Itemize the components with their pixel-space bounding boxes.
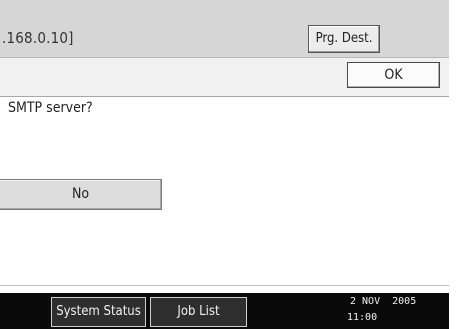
dialog-panel: .168.0.10] Prg. Dest. OK SMTP server? No	[0, 0, 449, 293]
address-bar: .168.0.10]	[0, 0, 449, 58]
system-status-button[interactable]: System Status	[51, 297, 146, 327]
screen-edge	[449, 0, 459, 329]
divider	[0, 285, 449, 286]
prg-dest-button[interactable]: Prg. Dest.	[308, 25, 380, 53]
status-time: 11:00	[347, 312, 378, 323]
ok-button[interactable]: OK	[347, 62, 440, 88]
confirm-question-text: SMTP server?	[8, 100, 93, 116]
no-button[interactable]: No	[0, 179, 162, 210]
job-list-button[interactable]: Job List	[150, 297, 247, 327]
status-date: 2 NOV 2005	[350, 296, 417, 307]
smtp-address-text: .168.0.10]	[2, 29, 74, 47]
device-screen: .168.0.10] Prg. Dest. OK SMTP server? No…	[0, 0, 459, 329]
